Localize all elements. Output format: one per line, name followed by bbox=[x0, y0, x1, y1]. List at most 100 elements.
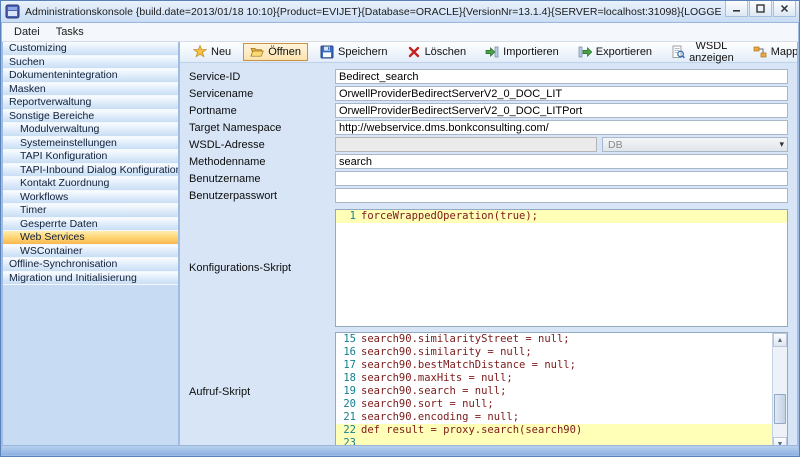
sidebar-item-label: Workflows bbox=[20, 191, 68, 203]
code-text: search90.similarityStreet = null; bbox=[361, 333, 570, 346]
wsdl-adresse-source-dropdown[interactable]: DB▾ bbox=[602, 137, 788, 152]
portname-input[interactable] bbox=[335, 103, 788, 118]
target-namespace-label: Target Namespace bbox=[189, 122, 335, 134]
menu-item-tasks[interactable]: Tasks bbox=[48, 24, 92, 40]
sidebar-item-wscontainer[interactable]: WSContainer bbox=[3, 245, 178, 259]
sidebar-item-label: Offline-Synchronisation bbox=[9, 258, 117, 270]
neu-button[interactable]: Neu bbox=[186, 43, 238, 61]
importieren-button[interactable]: Importieren bbox=[478, 43, 566, 61]
konfig-script-editor[interactable]: 1forceWrappedOperation(true); bbox=[335, 209, 788, 327]
line-number: 18 bbox=[336, 372, 361, 385]
line-number: 15 bbox=[336, 333, 361, 346]
form-row-benutzerpasswort: Benutzerpasswort bbox=[189, 187, 788, 204]
code-line: 20search90.sort = null; bbox=[336, 398, 772, 411]
sidebar-item-reportverwaltung[interactable]: Reportverwaltung bbox=[3, 96, 178, 110]
scrollbar-thumb[interactable] bbox=[774, 394, 786, 424]
sidebar-item-kontakt-zuordnung[interactable]: Kontakt Zuordnung bbox=[3, 177, 178, 191]
code-text: search90.search = null; bbox=[361, 385, 506, 398]
save-icon bbox=[320, 45, 334, 59]
window-title: Administrationskonsole {build.date=2013/… bbox=[25, 6, 721, 18]
form-row-service-id: Service-ID bbox=[189, 68, 788, 85]
sidebar-item-offline-synchronisation[interactable]: Offline-Synchronisation bbox=[3, 258, 178, 272]
service-id-input[interactable] bbox=[335, 69, 788, 84]
export-icon bbox=[578, 45, 592, 59]
sidebar-item-timer[interactable]: Timer bbox=[3, 204, 178, 218]
wsdl-anzeigen-button[interactable]: WSDL anzeigen bbox=[664, 43, 741, 61]
sidebar-item-tapi-konfiguration[interactable]: TAPI Konfiguration bbox=[3, 150, 178, 164]
benutzername-label: Benutzername bbox=[189, 173, 335, 185]
mapping-button[interactable]: Mapping bbox=[746, 43, 797, 61]
benutzerpasswort-label: Benutzerpasswort bbox=[189, 190, 335, 202]
sidebar-item-workflows[interactable]: Workflows bbox=[3, 191, 178, 205]
methodenname-input[interactable] bbox=[335, 154, 788, 169]
sidebar-item-modulverwaltung[interactable]: Modulverwaltung bbox=[3, 123, 178, 137]
sidebar-item-label: Migration und Initialisierung bbox=[9, 272, 137, 284]
sidebar-item-label: Sonstige Bereiche bbox=[9, 110, 94, 122]
sidebar-item-sonstige-bereiche[interactable]: Sonstige Bereiche bbox=[3, 110, 178, 124]
mapping-icon bbox=[753, 45, 767, 59]
sidebar-item-dokumentenintegration[interactable]: Dokumentenintegration bbox=[3, 69, 178, 83]
code-line: 16search90.similarity = null; bbox=[336, 346, 772, 359]
benutzername-input[interactable] bbox=[335, 171, 788, 186]
sidebar-item-suchen[interactable]: Suchen bbox=[3, 56, 178, 70]
form-value-servicename bbox=[335, 86, 788, 101]
toolbar-button-label: Speichern bbox=[338, 46, 388, 58]
servicename-input[interactable] bbox=[335, 86, 788, 101]
target-namespace-input[interactable] bbox=[335, 120, 788, 135]
scroll-down-arrow-icon[interactable]: ▼ bbox=[773, 437, 787, 445]
sidebar-item-label: Gesperrte Daten bbox=[20, 218, 98, 230]
sidebar-item-tapi-inbound-dialog-konfiguration[interactable]: TAPI-Inbound Dialog Konfiguration bbox=[3, 164, 178, 178]
code-text: forceWrappedOperation(true); bbox=[361, 210, 538, 223]
sidebar-item-web-services[interactable]: Web Services bbox=[3, 231, 178, 245]
exportieren-button[interactable]: Exportieren bbox=[571, 43, 659, 61]
sidebar-item-label: Web Services bbox=[20, 231, 85, 243]
maximize-button[interactable] bbox=[749, 1, 772, 17]
toolbar: Neu Öffnen Speichern LöschenImportieren Expo… bbox=[180, 42, 797, 63]
form-row-wsdl-adresse: WSDL-AdresseDB▾ bbox=[189, 136, 788, 153]
line-number: 22 bbox=[336, 424, 361, 437]
speichern-button[interactable]: Speichern bbox=[313, 43, 395, 61]
wsdl-adresse-input[interactable] bbox=[335, 137, 597, 152]
window-controls bbox=[725, 1, 796, 17]
line-number: 16 bbox=[336, 346, 361, 359]
form-row-benutzername: Benutzername bbox=[189, 170, 788, 187]
sidebar-item-migration-und-initialisierung[interactable]: Migration und Initialisierung bbox=[3, 272, 178, 286]
menu-bar: DateiTasks bbox=[2, 23, 798, 42]
code-text: def result = proxy.search(search90) bbox=[361, 424, 582, 437]
benutzerpasswort-input[interactable] bbox=[335, 188, 788, 203]
maximize-icon bbox=[756, 4, 765, 13]
minimize-button[interactable] bbox=[725, 1, 748, 17]
sidebar-item-label: WSContainer bbox=[20, 245, 82, 257]
konfig-code-lines: 1forceWrappedOperation(true); bbox=[336, 210, 787, 223]
new-icon bbox=[193, 45, 207, 59]
loschen-button[interactable]: Löschen bbox=[400, 43, 474, 61]
vertical-scrollbar[interactable]: ▲ ▼ bbox=[772, 333, 787, 445]
aufruf-script-editor[interactable]: 15search90.similarityStreet = null;16sea… bbox=[335, 332, 788, 445]
delete-icon bbox=[407, 45, 421, 59]
menu-item-datei[interactable]: Datei bbox=[6, 24, 48, 40]
sidebar-item-label: Modulverwaltung bbox=[20, 123, 99, 135]
toolbar-button-label: Öffnen bbox=[268, 46, 301, 58]
sidebar-item-masken[interactable]: Masken bbox=[3, 83, 178, 97]
form-value-target-namespace bbox=[335, 120, 788, 135]
code-line: 23 bbox=[336, 437, 772, 445]
sidebar-item-systemeinstellungen[interactable]: Systemeinstellungen bbox=[3, 137, 178, 151]
konfig-script-row: Konfigurations-Skript 1forceWrappedOpera… bbox=[189, 209, 788, 327]
form-value-wsdl-adresse: DB▾ bbox=[335, 137, 788, 152]
form-row-methodenname: Methodenname bbox=[189, 153, 788, 170]
webservice-form: Service-IDServicenamePortnameTarget Name… bbox=[180, 63, 797, 445]
scroll-up-arrow-icon[interactable]: ▲ bbox=[773, 333, 787, 347]
sidebar-item-gesperrte-daten[interactable]: Gesperrte Daten bbox=[3, 218, 178, 232]
form-value-benutzerpasswort bbox=[335, 188, 788, 203]
sidebar-item-label: TAPI Konfiguration bbox=[20, 150, 107, 162]
sidebar-item-customizing[interactable]: Customizing bbox=[3, 42, 178, 56]
window-bottom-frame bbox=[2, 445, 798, 455]
form-row-target-namespace: Target Namespace bbox=[189, 119, 788, 136]
offnen-button[interactable]: Öffnen bbox=[243, 43, 308, 61]
code-line: 21search90.encoding = null; bbox=[336, 411, 772, 424]
code-text: search90.encoding = null; bbox=[361, 411, 519, 424]
close-button[interactable] bbox=[773, 1, 796, 17]
chevron-down-icon: ▾ bbox=[779, 140, 784, 149]
code-text: search90.similarity = null; bbox=[361, 346, 532, 359]
form-value-portname bbox=[335, 103, 788, 118]
